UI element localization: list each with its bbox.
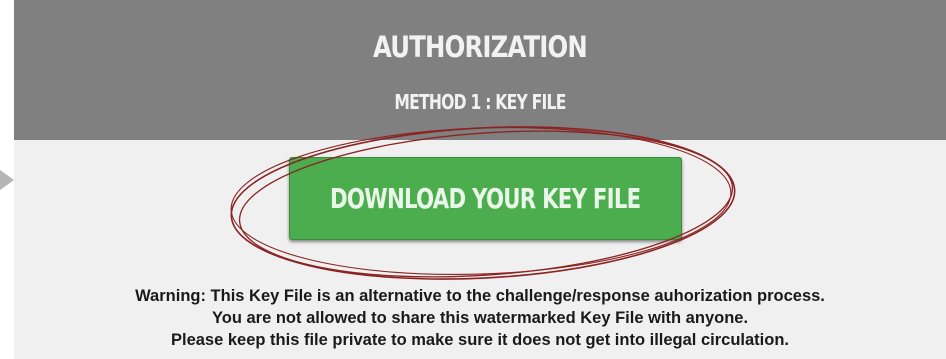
method-subtitle: METHOD 1 : KEY FILE <box>394 90 566 114</box>
download-key-file-button[interactable]: DOWNLOAD YOUR KEY FILE <box>289 157 682 240</box>
page: AUTHORIZATION METHOD 1 : KEY FILE Warnin… <box>0 0 946 359</box>
warning-line: Please keep this file private to make su… <box>170 331 789 349</box>
pointer-arrow-icon <box>0 170 14 190</box>
download-button-label: DOWNLOAD YOUR KEY FILE <box>330 182 641 215</box>
warning-text: Warning: This Key File is an alternative… <box>14 285 946 351</box>
authorization-header: AUTHORIZATION METHOD 1 : KEY FILE <box>14 0 946 140</box>
warning-line: Warning: This Key File is an alternative… <box>135 287 825 305</box>
page-title: AUTHORIZATION <box>373 30 588 64</box>
warning-line: You are not allowed to share this waterm… <box>211 309 749 327</box>
